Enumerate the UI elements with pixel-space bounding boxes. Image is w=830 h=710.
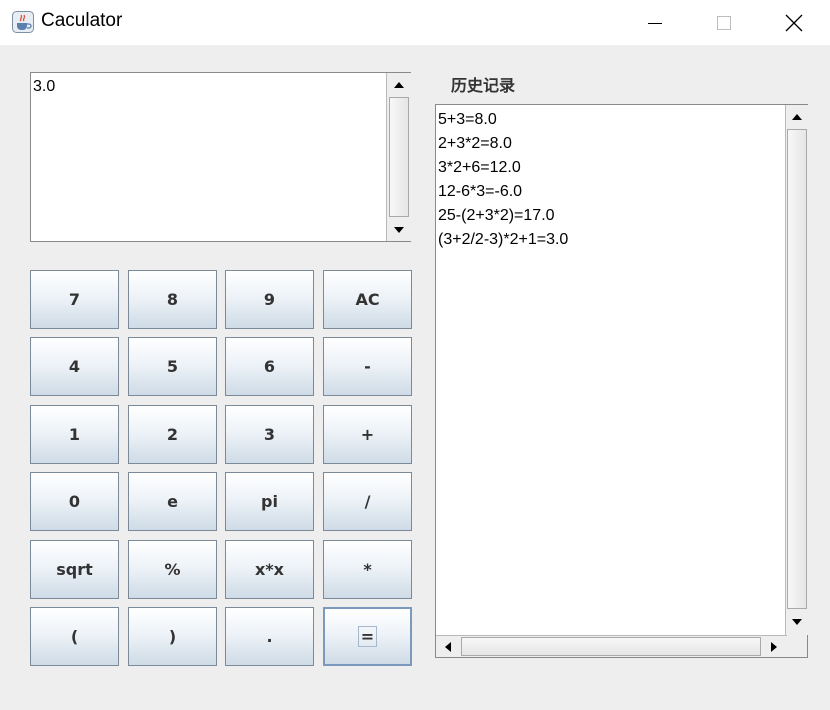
close-icon — [785, 14, 803, 31]
arrow-up-icon — [394, 81, 404, 88]
window-title: Caculator — [41, 10, 123, 31]
result-display[interactable]: 3.0 — [30, 72, 411, 242]
scroll-down-button[interactable] — [786, 611, 808, 632]
display-scrollbar[interactable] — [386, 73, 411, 241]
key-7[interactable]: 7 — [30, 270, 119, 329]
key-clear[interactable]: AC — [323, 270, 412, 329]
scroll-thumb[interactable] — [389, 97, 409, 217]
arrow-up-icon — [792, 113, 802, 120]
arrow-left-icon — [445, 641, 451, 652]
maximize-icon — [717, 15, 731, 30]
key-open-paren[interactable]: ( — [30, 607, 119, 666]
history-entry: 5+3=8.0 — [438, 111, 497, 128]
key-0[interactable]: 0 — [30, 472, 119, 531]
key-equals-label: = — [357, 626, 378, 647]
key-divide[interactable]: / — [323, 472, 412, 531]
key-decimal[interactable]: . — [225, 607, 314, 666]
history-vertical-scrollbar[interactable] — [785, 105, 808, 635]
key-6[interactable]: 6 — [225, 337, 314, 396]
scroll-up-button[interactable] — [387, 74, 411, 95]
history-list[interactable]: 5+3=8.0 2+3*2=8.0 3*2+6=12.0 12-6*3=-6.0… — [435, 104, 808, 658]
history-entry: (3+2/2-3)*2+1=3.0 — [438, 231, 569, 248]
title-bar: Caculator — [0, 0, 830, 45]
scroll-thumb[interactable] — [787, 129, 807, 609]
close-button[interactable] — [771, 0, 817, 45]
key-square[interactable]: x*x — [225, 540, 314, 599]
key-1[interactable]: 1 — [30, 405, 119, 464]
key-plus[interactable]: + — [323, 405, 412, 464]
java-cup-icon[interactable] — [12, 11, 34, 33]
key-pi[interactable]: pi — [225, 472, 314, 531]
key-9[interactable]: 9 — [225, 270, 314, 329]
key-2[interactable]: 2 — [128, 405, 217, 464]
scroll-down-button[interactable] — [387, 219, 411, 240]
scroll-right-button[interactable] — [763, 636, 785, 657]
key-8[interactable]: 8 — [128, 270, 217, 329]
key-5[interactable]: 5 — [128, 337, 217, 396]
history-horizontal-scrollbar[interactable] — [436, 635, 787, 657]
key-percent[interactable]: % — [128, 540, 217, 599]
history-entry: 25-(2+3*2)=17.0 — [438, 207, 555, 224]
history-entry: 3*2+6=12.0 — [438, 159, 521, 176]
arrow-down-icon — [792, 618, 802, 625]
scroll-corner — [787, 635, 807, 657]
maximize-button[interactable] — [701, 0, 747, 45]
history-entry: 12-6*3=-6.0 — [438, 183, 523, 200]
key-sqrt[interactable]: sqrt — [30, 540, 119, 599]
key-3[interactable]: 3 — [225, 405, 314, 464]
scroll-left-button[interactable] — [437, 636, 459, 657]
scroll-thumb[interactable] — [461, 637, 761, 656]
result-value: 3.0 — [33, 78, 56, 95]
key-multiply[interactable]: * — [323, 540, 412, 599]
key-e[interactable]: e — [128, 472, 217, 531]
key-4[interactable]: 4 — [30, 337, 119, 396]
arrow-right-icon — [771, 641, 777, 652]
history-label: 历史记录 — [451, 76, 516, 95]
key-minus[interactable]: - — [323, 337, 412, 396]
key-close-paren[interactable]: ) — [128, 607, 217, 666]
arrow-down-icon — [394, 226, 404, 233]
scroll-up-button[interactable] — [786, 106, 808, 127]
minimize-icon — [648, 22, 662, 24]
minimize-button[interactable] — [632, 0, 678, 45]
history-entry: 2+3*2=8.0 — [438, 135, 512, 152]
key-equals[interactable]: = — [323, 607, 412, 666]
